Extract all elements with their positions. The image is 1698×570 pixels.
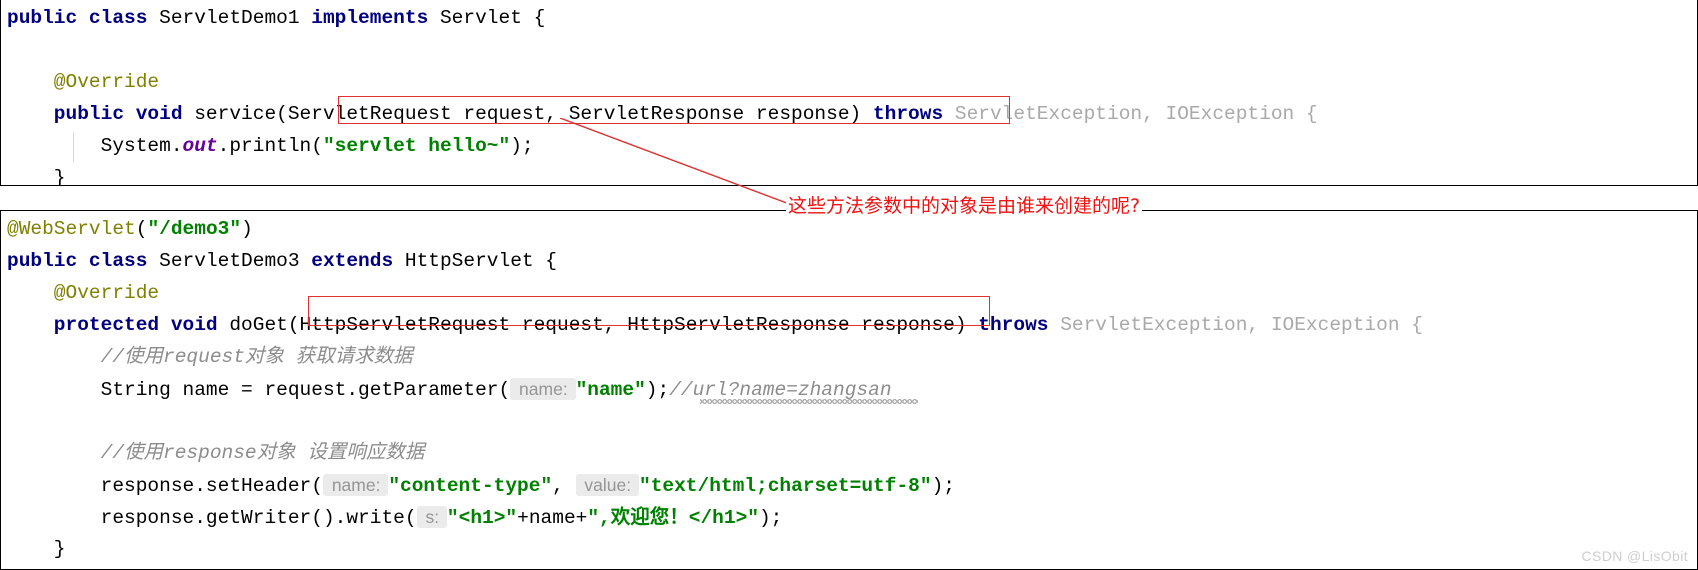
code-token-plain: , [552, 475, 576, 497]
indent-guide [73, 132, 74, 162]
code-token-str: "servlet hello~" [322, 135, 511, 157]
code-line[interactable]: public void service(ServletRequest reque… [7, 98, 1697, 130]
code-token-plain: ) [241, 218, 253, 240]
annotation-text: 这些方法参数中的对象是由谁来创建的呢? [786, 191, 1143, 218]
code-token-field: out [182, 135, 218, 157]
code-token-grey: ServletException, IOException { [954, 103, 1318, 125]
code-token-plain: ); [931, 475, 955, 497]
code-token-kw: extends [311, 250, 405, 272]
code-token-plain: Servlet { [439, 7, 546, 29]
code-token-plain: HttpServlet { [404, 250, 557, 272]
code-line[interactable]: response.getWriter().write( s: "<h1>"+na… [7, 501, 1697, 533]
code-line[interactable]: } [7, 533, 1697, 565]
code-token-plain: .println( [217, 135, 323, 157]
code-token-comment: //url?name=zhangsan [669, 379, 892, 401]
code-token-hint: s: [416, 506, 447, 528]
code-token-kw: public class [7, 250, 160, 272]
code-line[interactable]: public class ServletDemo1 implements Ser… [7, 2, 1697, 34]
code-token-anno: @Override [7, 282, 160, 304]
csdn-watermark: CSDN @LisObit [1581, 548, 1688, 564]
code-token-str: "text/html;charset=utf-8" [639, 475, 932, 497]
code-token-plain: ); [758, 507, 783, 529]
code-line[interactable] [7, 34, 1697, 66]
code-token-plain: +name+ [517, 507, 588, 529]
code-token-kw: implements [311, 7, 440, 29]
code-token-str: "name" [575, 379, 646, 401]
code-token-hint: value: [575, 474, 639, 496]
code-line[interactable]: @Override [7, 66, 1697, 98]
code-line[interactable]: //使用request对象 获取请求数据 [7, 341, 1697, 373]
code-token-plain: response.setHeader( [7, 475, 323, 497]
code-token-comment: //使用request对象 获取请求数据 [7, 346, 413, 368]
code-line[interactable]: @Override [7, 277, 1697, 309]
code-token-plain: ServletDemo1 [159, 7, 312, 29]
code-token-kw: throws [872, 103, 955, 125]
code-token-plain: String name = request.getParameter( [7, 379, 511, 401]
code-token-anno: @Override [7, 71, 160, 93]
code-token-plain: ); [645, 379, 670, 401]
code-token-grey: ServletException, IOException { [1060, 314, 1423, 336]
code-token-plain: doGet(HttpServletRequest request, HttpSe… [229, 314, 979, 336]
code-token-plain: ( [135, 218, 148, 240]
code-line[interactable] [7, 405, 1697, 437]
code-token-kw: protected void [7, 314, 230, 336]
code-token-str: "content-type" [388, 475, 553, 497]
code-token-kw: throws [978, 314, 1061, 336]
code-lines-bottom[interactable]: @WebServlet("/demo3") public class Servle… [1, 211, 1697, 565]
code-token-plain: ); [510, 135, 534, 157]
code-token-str: "<h1>" [446, 507, 518, 529]
code-token-str: ",欢迎您！</h1>" [587, 507, 759, 529]
code-token-hint: name: [510, 378, 576, 400]
code-token-plain: response.getWriter().write( [7, 507, 417, 529]
code-token-kw: public void [7, 103, 195, 125]
code-token-kw: public class [7, 7, 160, 29]
code-token-hint: name: [322, 474, 389, 496]
code-token-anno: @WebServlet [7, 218, 136, 240]
code-line[interactable]: System.out.println("servlet hello~"); [7, 130, 1697, 162]
code-token-plain: ServletDemo3 [159, 250, 312, 272]
code-token-plain: System. [7, 135, 183, 157]
code-block-servlet-demo3[interactable]: @WebServlet("/demo3") public class Servle… [0, 210, 1698, 570]
code-lines-top[interactable]: public class ServletDemo1 implements Ser… [1, 0, 1697, 186]
code-token-plain: } [7, 167, 66, 186]
code-line[interactable]: response.setHeader( name: "content-type"… [7, 469, 1697, 501]
dot-artifact [807, 485, 810, 488]
code-line[interactable]: String name = request.getParameter( name… [7, 373, 1697, 405]
code-line[interactable]: } [7, 162, 1697, 186]
code-block-servlet-demo1[interactable]: public class ServletDemo1 implements Ser… [0, 0, 1698, 186]
code-token-comment: //使用response对象 设置响应数据 [7, 442, 425, 464]
code-line[interactable]: protected void doGet(HttpServletRequest … [7, 309, 1697, 341]
code-line[interactable]: //使用response对象 设置响应数据 [7, 437, 1697, 469]
code-line[interactable]: public class ServletDemo3 extends HttpSe… [7, 245, 1697, 277]
code-token-plain: service(ServletRequest request, ServletR… [194, 103, 873, 125]
code-token-plain: } [7, 538, 66, 560]
code-token-str: "/demo3" [147, 218, 242, 240]
